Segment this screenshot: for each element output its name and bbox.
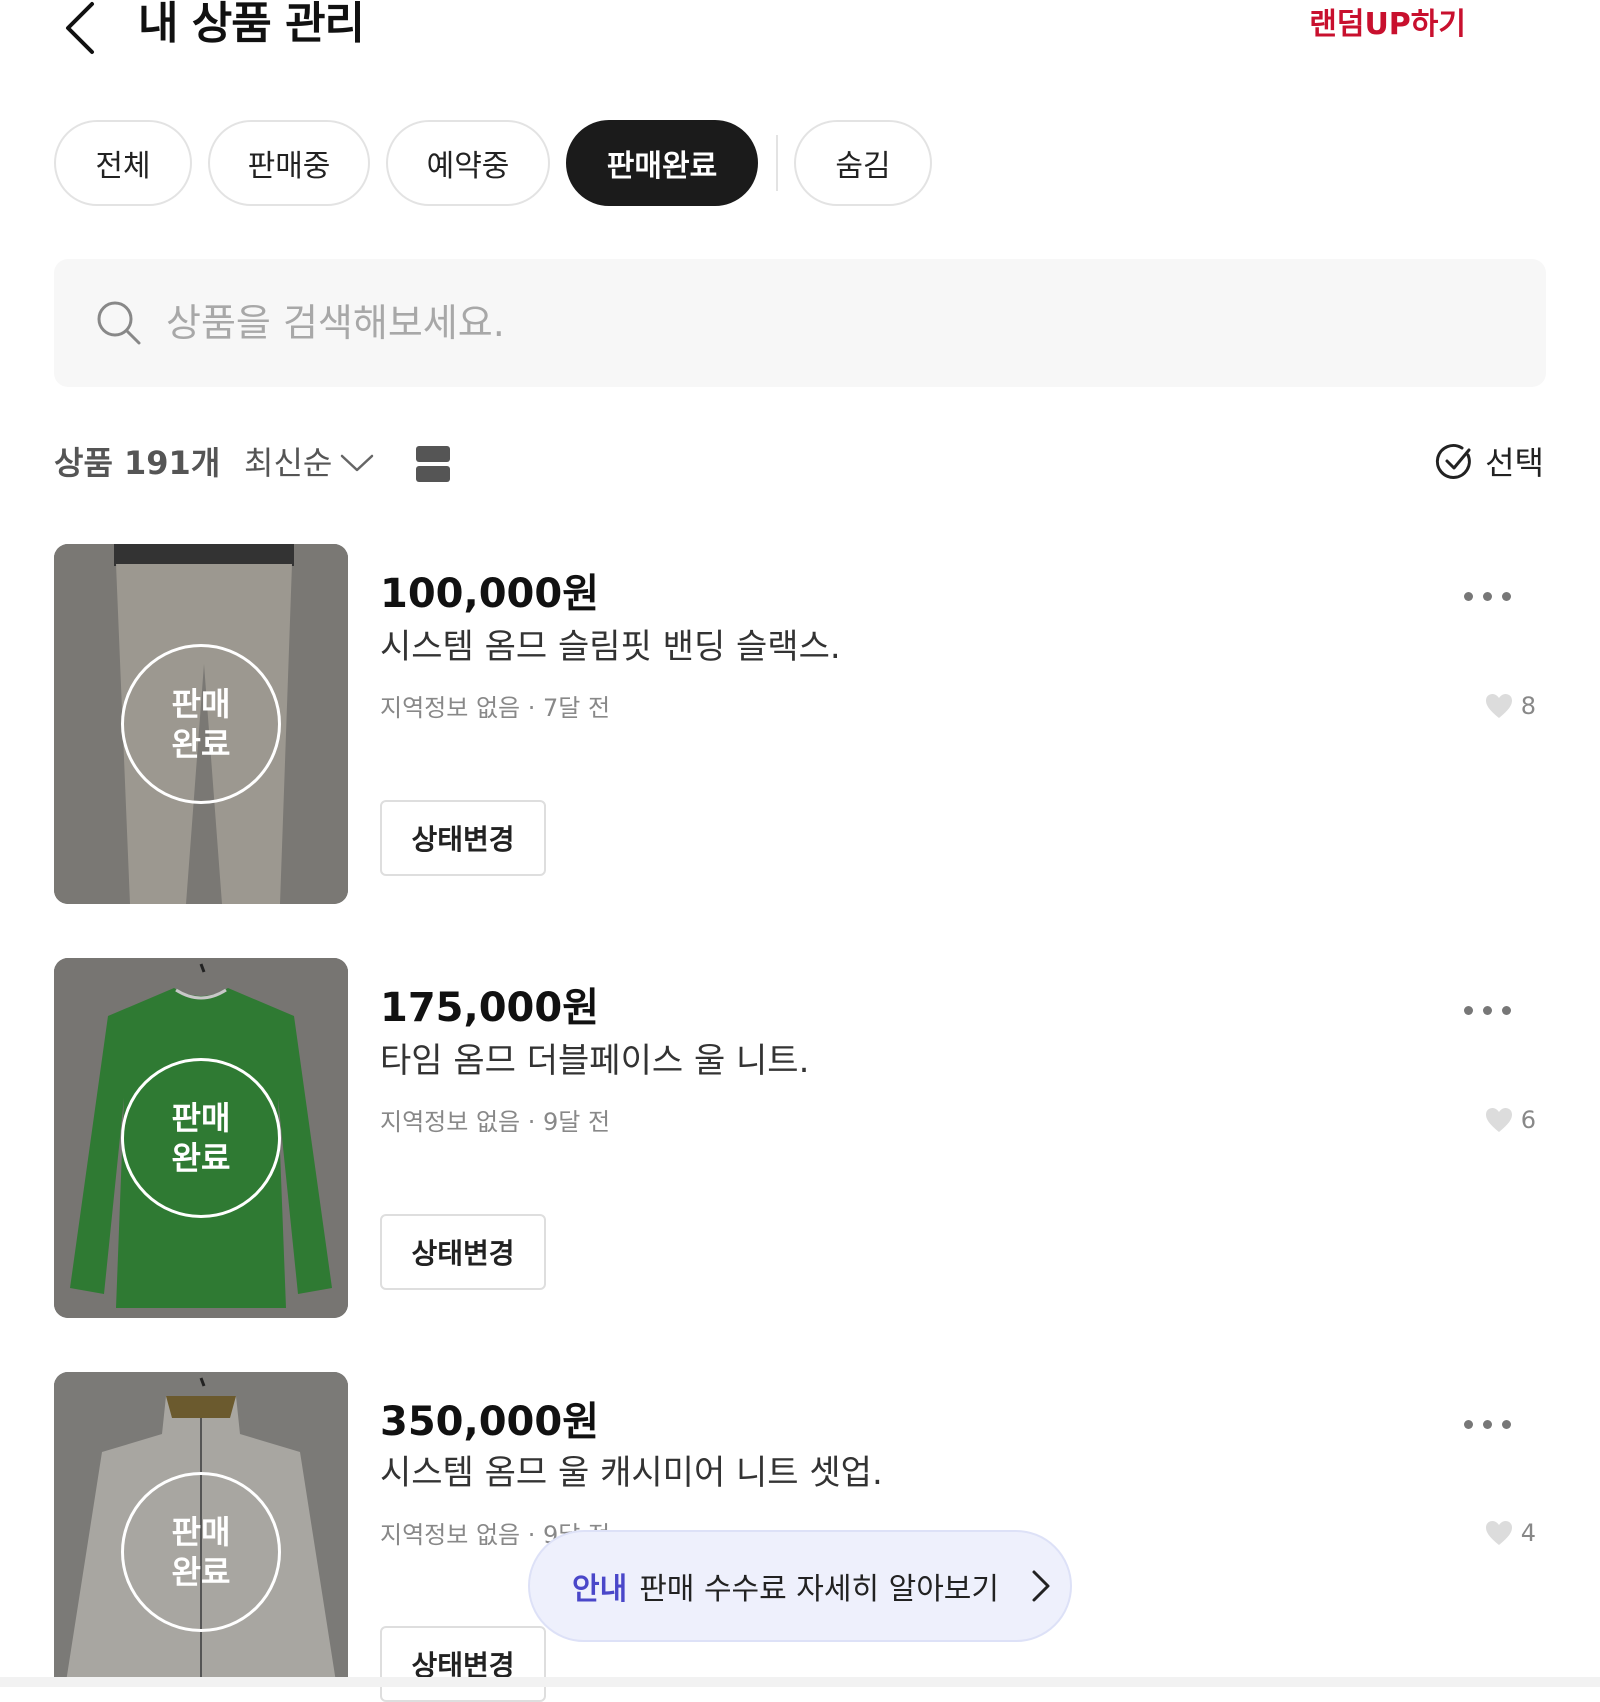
select-label: 선택 <box>1485 444 1544 482</box>
search-input[interactable] <box>166 290 1466 356</box>
dot-icon <box>1483 1419 1492 1429</box>
filter-chip-all[interactable]: 전체 <box>54 120 192 206</box>
fee-notice-banner[interactable]: 안내 판매 수수료 자세히 알아보기 <box>528 1530 1072 1642</box>
product-price: 175,000원 <box>380 985 599 1031</box>
product-thumbnail[interactable]: 판매 완료 <box>54 544 348 904</box>
product-title[interactable]: 시스템 옴므 슬림핏 밴딩 슬랙스. <box>380 625 841 669</box>
change-status-button[interactable]: 상태변경 <box>380 1214 546 1290</box>
more-menu-button[interactable] <box>1464 1412 1524 1436</box>
notice-tag: 안내 <box>572 1572 628 1607</box>
heart-icon <box>1485 694 1512 718</box>
product-count: 상품 191개 <box>54 444 221 482</box>
sort-dropdown[interactable]: 최신순 <box>244 440 374 486</box>
change-status-button[interactable]: 상태변경 <box>380 1626 546 1702</box>
dot-icon <box>1464 591 1473 601</box>
dot-icon <box>1502 1005 1511 1015</box>
product-price: 350,000원 <box>380 1399 599 1445</box>
dot-icon <box>1502 591 1511 601</box>
dot-icon <box>1483 591 1492 601</box>
product-location: 지역정보 없음 <box>380 1108 521 1136</box>
filter-chip-sold[interactable]: 판매완료 <box>566 120 758 206</box>
sold-badge: 판매 완료 <box>121 1472 281 1632</box>
notice-text: 판매 수수료 자세히 알아보기 <box>639 1572 1000 1607</box>
filter-chip-selling[interactable]: 판매중 <box>208 120 370 206</box>
dot-icon <box>1483 1005 1492 1015</box>
random-up-button[interactable]: 랜덤UP하기 <box>1309 0 1466 50</box>
sort-label: 최신순 <box>244 444 333 482</box>
more-menu-button[interactable] <box>1464 584 1524 608</box>
change-status-button[interactable]: 상태변경 <box>380 800 546 876</box>
back-button[interactable] <box>58 0 108 56</box>
dot-icon <box>1464 1005 1473 1015</box>
product-thumbnail[interactable]: 판매 완료 <box>54 958 348 1318</box>
product-meta: 지역정보 없음 · 9달 전 <box>380 1106 610 1138</box>
product-location: 지역정보 없음 <box>380 1521 521 1549</box>
check-circle-icon <box>1436 443 1471 479</box>
filter-chip-hidden[interactable]: 숨김 <box>794 120 932 206</box>
product-time: 9달 전 <box>543 1108 611 1136</box>
bottom-edge <box>0 1677 1600 1687</box>
like-count: 4 <box>1485 1519 1536 1547</box>
dot-icon <box>1464 1419 1473 1429</box>
meta-separator: · <box>527 1108 544 1136</box>
like-number: 8 <box>1520 692 1536 720</box>
chevron-down-icon <box>341 454 374 472</box>
list-view-icon <box>416 446 450 482</box>
chevron-right-icon <box>1032 1570 1050 1602</box>
like-number: 4 <box>1520 1519 1536 1547</box>
dot-icon <box>1502 1419 1511 1429</box>
select-button[interactable]: 선택 <box>1435 438 1544 484</box>
product-title[interactable]: 시스템 옴므 울 캐시미어 니트 셋업. <box>380 1451 883 1495</box>
product-location: 지역정보 없음 <box>380 694 521 722</box>
like-number: 6 <box>1520 1106 1536 1134</box>
sold-badge: 판매 완료 <box>121 1058 281 1218</box>
search-icon <box>96 300 142 346</box>
chevron-left-icon <box>66 2 94 54</box>
like-count: 6 <box>1485 1106 1536 1134</box>
meta-separator: · <box>527 694 544 722</box>
product-time: 7달 전 <box>543 694 611 722</box>
product-price: 100,000원 <box>380 571 599 617</box>
heart-icon <box>1485 1108 1512 1132</box>
product-thumbnail[interactable]: 판매 완료 <box>54 1372 348 1682</box>
more-menu-button[interactable] <box>1464 998 1524 1022</box>
product-meta: 지역정보 없음 · 7달 전 <box>380 692 610 724</box>
sold-badge: 판매 완료 <box>121 644 281 804</box>
chip-divider <box>776 135 778 191</box>
filter-chip-reserved[interactable]: 예약중 <box>386 120 550 206</box>
list-view-toggle[interactable] <box>414 444 452 484</box>
page-title: 내 상품 관리 <box>138 0 365 49</box>
heart-icon <box>1485 1521 1512 1545</box>
meta-separator: · <box>527 1521 544 1549</box>
product-title[interactable]: 타임 옴므 더블페이스 울 니트. <box>380 1039 809 1083</box>
like-count: 8 <box>1485 692 1536 720</box>
